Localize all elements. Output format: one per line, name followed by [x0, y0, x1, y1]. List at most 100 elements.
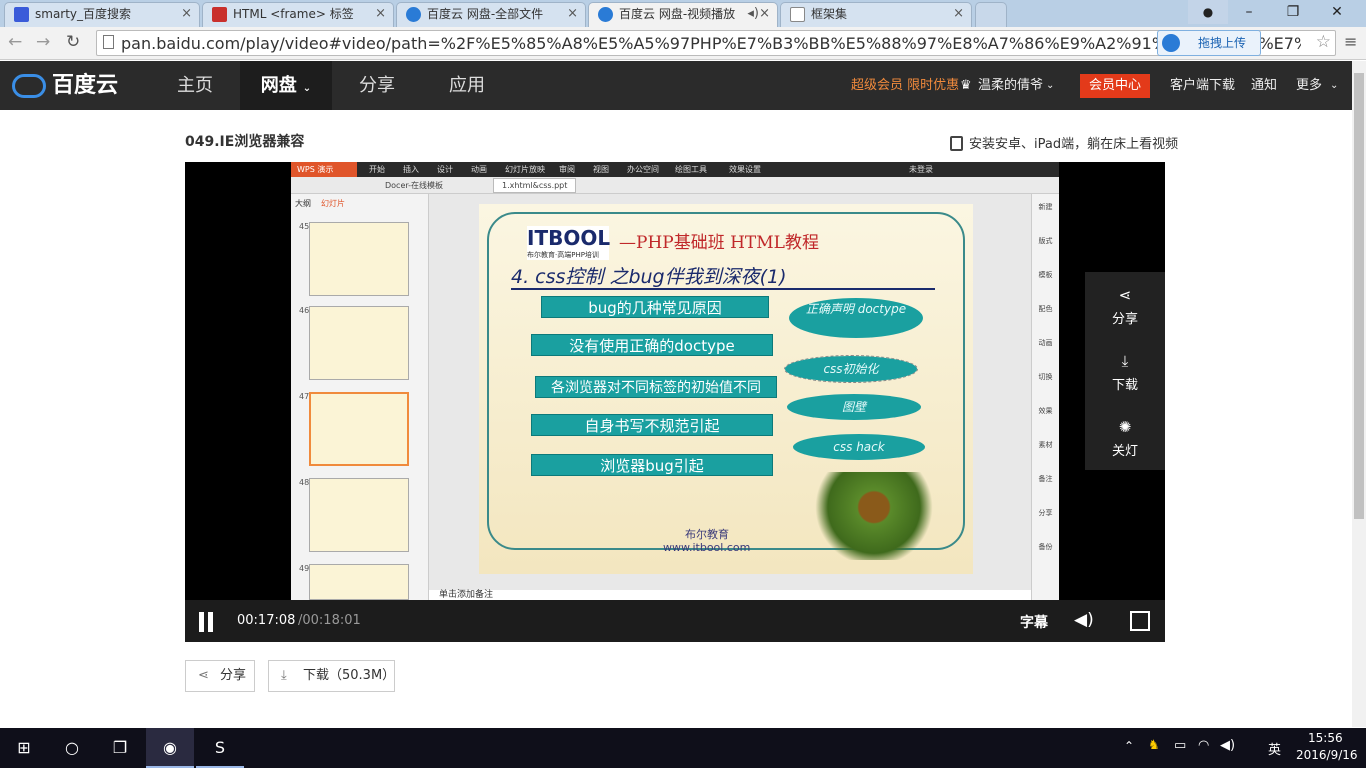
pause-icon[interactable] [199, 612, 204, 632]
tab-frameset[interactable]: 框架集 × [780, 2, 972, 27]
star-icon[interactable]: ☆ [1316, 32, 1331, 52]
wps-tool: 备注 [1038, 475, 1053, 483]
slide-bubble: css hack [793, 434, 925, 460]
notify-link[interactable]: 通知 [1251, 61, 1277, 110]
share-button[interactable]: ⋖ 分享 [185, 660, 255, 692]
slide-box: 自身书写不规范引起 [531, 414, 773, 436]
chevron-down-icon[interactable]: ⌄ [1330, 61, 1338, 110]
more-link[interactable]: 更多 [1296, 61, 1322, 110]
wps-menu-item: 办公空间 [627, 165, 659, 174]
volume-icon[interactable]: ◀) [1074, 610, 1094, 630]
client-download-link[interactable]: 客户端下载 [1170, 61, 1235, 110]
user-name[interactable]: 温柔的倩爷 [978, 61, 1043, 110]
side-light-button[interactable]: ✺ 关灯 [1085, 404, 1165, 470]
chrome-icon[interactable]: ◉ [146, 728, 194, 768]
windows-start-icon[interactable]: ⊞ [0, 728, 48, 768]
user-icon[interactable]: ● [1188, 0, 1228, 24]
fullscreen-icon[interactable] [1130, 611, 1150, 631]
tray-chevron-icon[interactable]: ⌃ [1124, 739, 1134, 753]
chevron-down-icon[interactable]: ⌄ [1046, 61, 1054, 110]
wps-login: 未登录 [909, 165, 933, 174]
close-window-button[interactable]: ✕ [1316, 0, 1358, 24]
tab-html-frame[interactable]: HTML <frame> 标签 × [202, 2, 394, 27]
close-icon[interactable]: × [181, 3, 192, 25]
share-icon: ⋖ [198, 668, 209, 683]
wps-panel-tab: 幻灯片 [321, 199, 345, 208]
nav-home[interactable]: 主页 [150, 61, 240, 110]
slide-footer-url: www.itbool.com [663, 541, 751, 554]
mobile-app-link[interactable]: 安装安卓、iPad端，躺在床上看视频 [950, 133, 1178, 152]
slide-number: 48 [299, 478, 310, 487]
input-language[interactable]: 英 [1268, 739, 1281, 758]
forward-icon[interactable]: → [36, 32, 50, 52]
slide-number: 46 [299, 306, 310, 315]
close-icon[interactable]: × [953, 3, 964, 25]
wps-right-toolbar: 新建 版式 模板 配色 动画 切换 效果 素材 备注 分享 备份 [1031, 194, 1059, 600]
close-icon[interactable]: × [567, 3, 578, 25]
menu-icon[interactable]: ≡ [1344, 32, 1357, 51]
share-icon: ⋖ [1118, 286, 1132, 304]
url-field[interactable]: pan.baidu.com/play/video#video/path=%2F%… [96, 30, 1336, 56]
side-download-button[interactable]: ⤓ 下载 [1085, 338, 1165, 404]
new-tab-button[interactable] [975, 2, 1007, 27]
back-icon[interactable]: ← [8, 32, 22, 52]
maximize-button[interactable]: ❐ [1272, 0, 1314, 24]
slide-box: 没有使用正确的doctype [531, 334, 773, 356]
page-scrollbar[interactable] [1352, 61, 1366, 727]
nav-apps[interactable]: 应用 [422, 61, 512, 110]
download-icon: ⤓ [281, 668, 287, 683]
close-icon[interactable]: × [759, 3, 770, 25]
baidu-cloud-icon [406, 7, 421, 22]
side-share-button[interactable]: ⋖ 分享 [1085, 272, 1165, 338]
tray-app-icon[interactable]: ♞ [1148, 738, 1160, 753]
windows-taskbar: ⊞ ○ ❐ ◉ S ⌃ ♞ ▭ ◠ ◀) 英 15:56 2016/9/16 [0, 728, 1366, 768]
clock-time[interactable]: 15:56 [1308, 731, 1343, 745]
slide-heading: 4. css控制 之bug伴我到深夜(1) [511, 266, 787, 288]
reload-icon[interactable]: ↻ [66, 32, 80, 52]
tab-baidu-files[interactable]: 百度云 网盘-全部文件 × [396, 2, 586, 27]
promo-link[interactable]: 超级会员 限时优惠 [851, 61, 959, 110]
clock-date[interactable]: 2016/9/16 [1296, 748, 1358, 762]
mobile-app-text: 安装安卓、iPad端，躺在床上看视频 [969, 137, 1179, 152]
slide-thumbnail [309, 478, 409, 552]
slide-course: —PHP基础班 HTML教程 [619, 233, 819, 253]
battery-icon[interactable]: ▭ [1174, 738, 1186, 753]
bulb-icon: ✺ [1118, 418, 1132, 436]
w3school-icon [212, 7, 227, 22]
sublime-icon[interactable]: S [196, 728, 244, 768]
upload-drop-button[interactable]: 拖拽上传 [1157, 30, 1261, 56]
wps-slide-panel: 大纲 幻灯片 45 46 47 48 49 [291, 194, 429, 600]
vip-center-button[interactable]: 会员中心 [1080, 74, 1150, 98]
logo-text[interactable]: 百度云 [52, 61, 118, 110]
slide-thumbnail [309, 306, 409, 380]
download-button[interactable]: ⤓ 下载（50.3M） [268, 660, 395, 692]
video-frame: WPS 演示 开始 插入 设计 动画 幻灯片放映 审阅 视图 办公空间 绘图工具… [291, 162, 1059, 600]
baidu-paw-icon [14, 7, 29, 22]
search-icon[interactable]: ○ [48, 728, 96, 768]
wps-menu-item: 动画 [471, 165, 487, 174]
nav-share[interactable]: 分享 [332, 61, 422, 110]
volume-icon[interactable]: ◀) [1220, 738, 1235, 753]
player-side-panel: ⋖ 分享 ⤓ 下载 ✺ 关灯 [1085, 272, 1165, 470]
wps-tool: 切换 [1038, 373, 1053, 381]
tab-baidu-video[interactable]: 百度云 网盘-视频播放 ◂) × [588, 2, 778, 27]
minimize-button[interactable]: – [1228, 0, 1270, 24]
player-controls: 00:17:08 /00:18:01 字幕 ◀) [185, 600, 1165, 642]
wps-menu-item: 审阅 [559, 165, 575, 174]
subtitle-button[interactable]: 字幕 [1020, 612, 1048, 632]
wps-menu-item: 幻灯片放映 [505, 165, 545, 174]
upload-label: 拖拽上传 [1198, 36, 1247, 50]
scrollbar-thumb[interactable] [1354, 73, 1364, 519]
slide-number: 45 [299, 222, 310, 231]
slide-thumbnail [309, 564, 409, 600]
video-player[interactable]: WPS 演示 开始 插入 设计 动画 幻灯片放映 审阅 视图 办公空间 绘图工具… [185, 162, 1165, 642]
wps-tool: 模板 [1038, 271, 1053, 279]
slide: ITBOOL 布尔教育·高端PHP培训 —PHP基础班 HTML教程 4. cs… [479, 204, 973, 574]
close-icon[interactable]: × [375, 3, 386, 25]
nav-netdisk[interactable]: 网盘 ⌄ [240, 61, 332, 110]
wifi-icon[interactable]: ◠ [1198, 738, 1209, 753]
task-view-icon[interactable]: ❐ [96, 728, 144, 768]
slide-footer-name: 布尔教育 [685, 528, 729, 541]
tab-smarty[interactable]: smarty_百度搜索 × [4, 2, 200, 27]
tab-title: HTML <frame> 标签 [233, 7, 354, 21]
